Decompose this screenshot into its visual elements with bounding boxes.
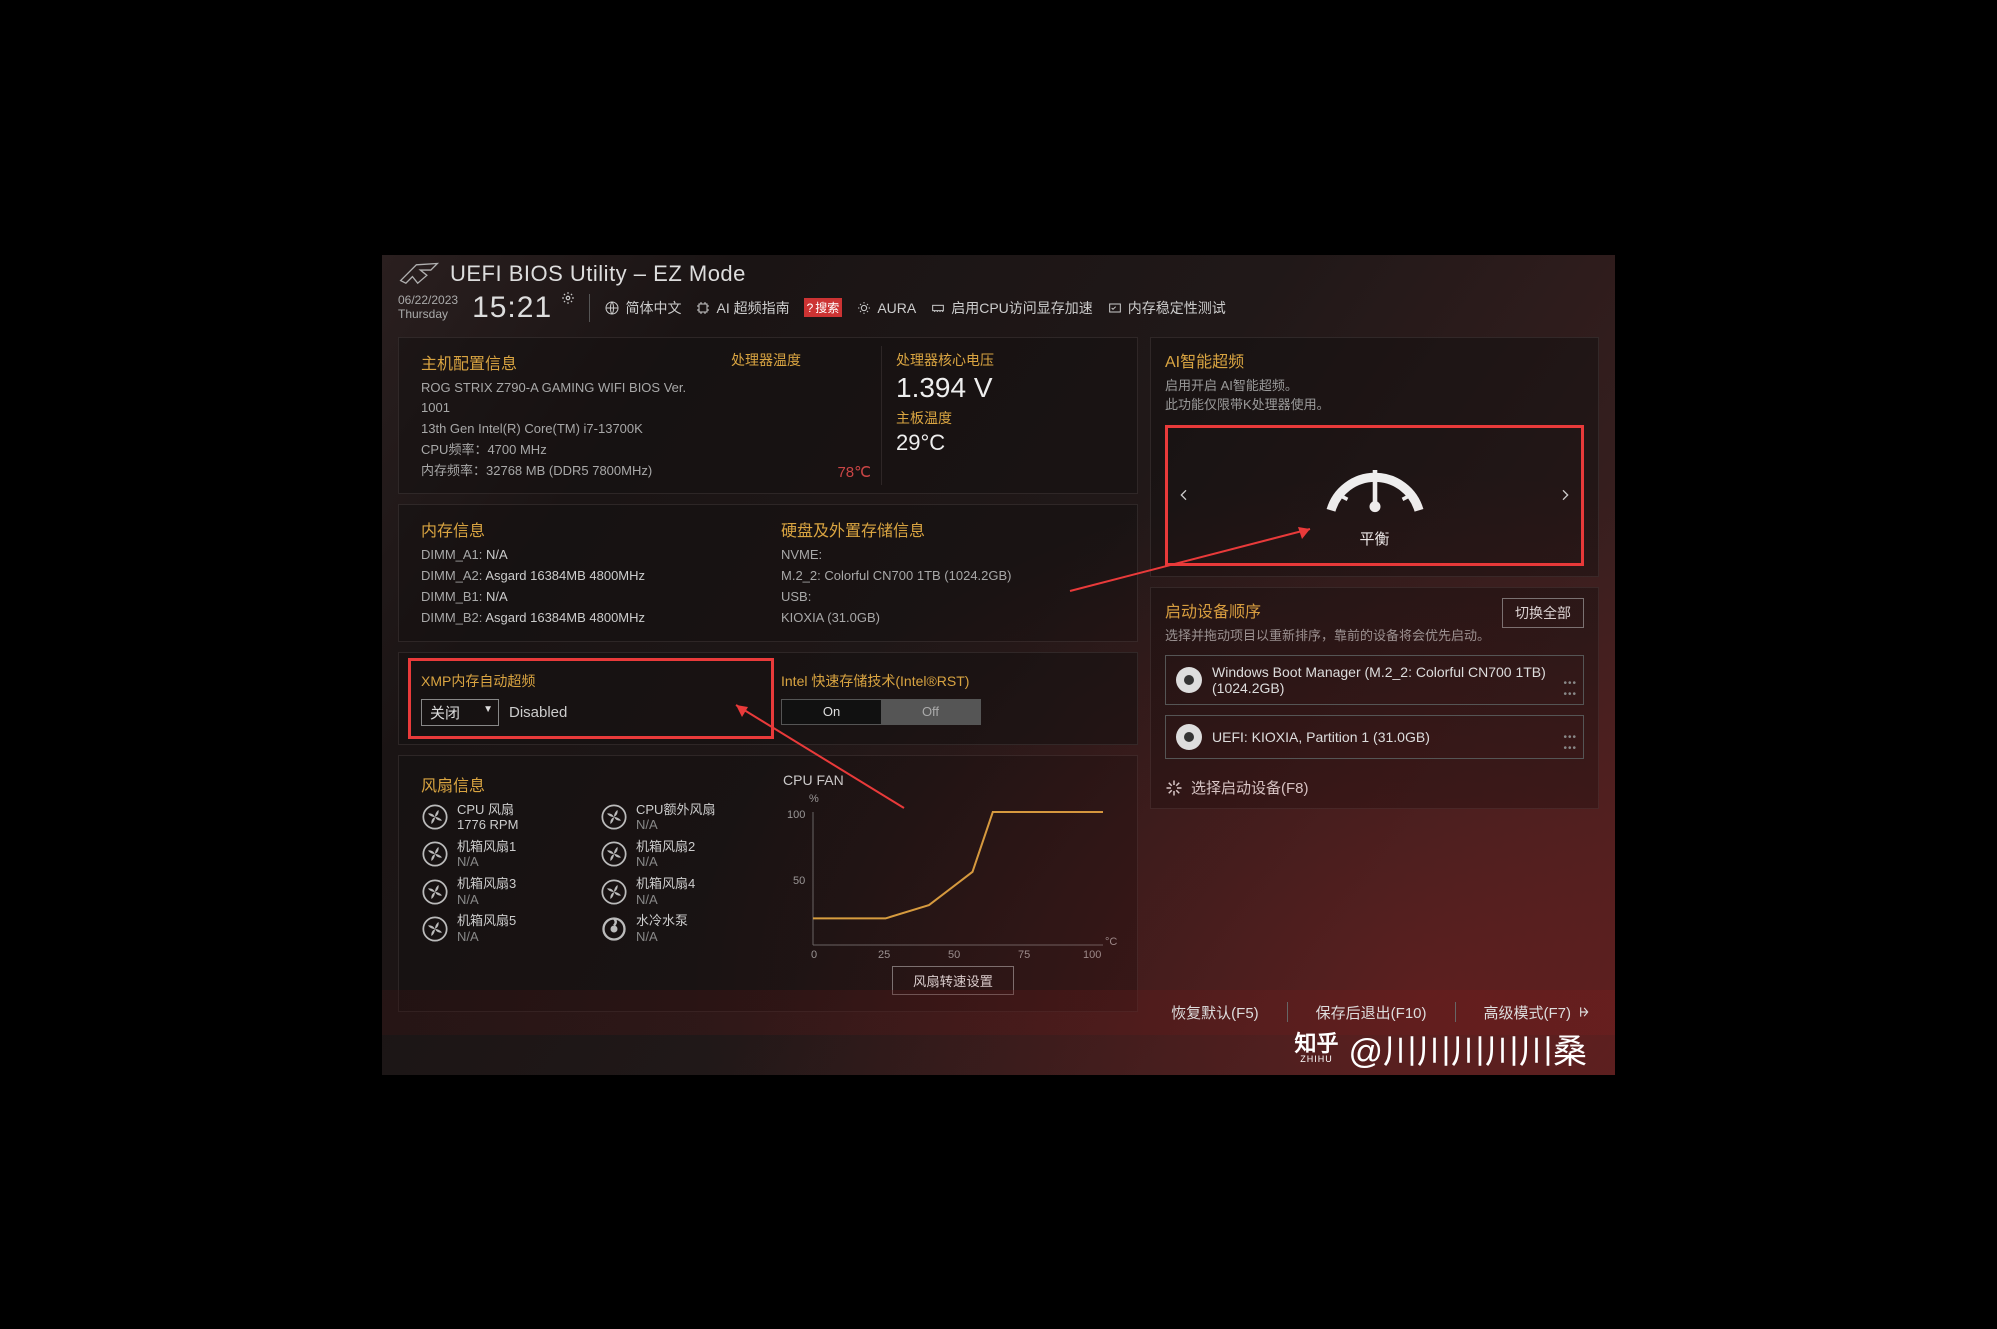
usb-label: USB: bbox=[781, 587, 1115, 608]
nvme-device: M.2_2: Colorful CN700 1TB (1024.2GB) bbox=[781, 566, 1115, 587]
svg-text:25: 25 bbox=[878, 949, 890, 960]
cpu-freq: CPU频率：4700 MHz bbox=[421, 440, 711, 461]
storage-title: 硬盘及外置存储信息 bbox=[781, 517, 1115, 541]
mb-temp-title: 主板温度 bbox=[896, 408, 1115, 428]
svg-text:100: 100 bbox=[787, 809, 805, 821]
ai-oc-guide[interactable]: AI 超频指南 bbox=[695, 298, 789, 318]
fan-curve-chart: % 100 50 0 25 50 75 100 °C bbox=[783, 790, 1123, 960]
dimm-slot: DIMM_A1: N/A bbox=[421, 545, 761, 566]
cpu-temp-title: 处理器温度 bbox=[731, 350, 871, 370]
rog-logo-icon bbox=[398, 259, 440, 289]
fans-title: 风扇信息 bbox=[421, 772, 761, 796]
zhihu-logo-icon: 知乎 ZHIHU bbox=[1294, 1033, 1338, 1064]
fan-item: 机箱风扇4N/A bbox=[600, 876, 761, 907]
svg-text:°C: °C bbox=[1105, 936, 1117, 948]
memory-icon bbox=[930, 300, 946, 316]
svg-text:%: % bbox=[809, 793, 819, 805]
dimm-slot: DIMM_A2: Asgard 16384MB 4800MHz bbox=[421, 566, 761, 587]
chip-icon bbox=[695, 300, 711, 316]
sysinfo-title: 主机配置信息 bbox=[421, 350, 711, 374]
fan-item: CPU额外风扇N/A bbox=[600, 802, 761, 833]
date-block: 06/22/2023 Thursday bbox=[398, 294, 458, 320]
ai-mode-next[interactable] bbox=[1557, 487, 1573, 503]
gear-icon[interactable] bbox=[561, 291, 575, 305]
ai-oc-desc2: 此功能仅限带K处理器使用。 bbox=[1165, 395, 1584, 415]
ai-mode-label: 平衡 bbox=[1359, 528, 1389, 549]
aura-button[interactable]: AURA bbox=[856, 300, 916, 316]
watermark: 知乎 ZHIHU @川川川川川桑 bbox=[1294, 1024, 1587, 1073]
fan-item: 机箱风扇2N/A bbox=[600, 839, 761, 870]
svg-text:100: 100 bbox=[1083, 949, 1101, 960]
question-icon: ? bbox=[807, 301, 814, 315]
xmp-status: Disabled bbox=[509, 704, 567, 721]
mem-freq: 内存频率：32768 MB (DDR5 7800MHz) bbox=[421, 461, 711, 482]
dimm-slot: DIMM_B1: N/A bbox=[421, 587, 761, 608]
cpu-mem-accel-button[interactable]: 启用CPU访问显存加速 bbox=[930, 298, 1093, 318]
svg-text:0: 0 bbox=[811, 949, 817, 960]
fan-item: 机箱风扇1N/A bbox=[421, 839, 582, 870]
svg-text:50: 50 bbox=[793, 875, 805, 887]
xmp-dropdown[interactable]: 关闭 bbox=[421, 699, 499, 726]
boot-device-item[interactable]: Windows Boot Manager (M.2_2: Colorful CN… bbox=[1165, 655, 1584, 705]
fan-item: 机箱风扇5N/A bbox=[421, 913, 582, 944]
fan-item: 机箱风扇3N/A bbox=[421, 876, 582, 907]
usb-device: KIOXIA (31.0GB) bbox=[781, 608, 1115, 629]
ai-oc-desc1: 启用开启 AI智能超频。 bbox=[1165, 376, 1584, 396]
fan-item: 水冷水泵N/A bbox=[600, 913, 761, 944]
globe-icon bbox=[604, 300, 620, 316]
vcore-value: 1.394 V bbox=[896, 372, 1115, 404]
fan-chart-title: CPU FAN bbox=[783, 772, 1123, 788]
boot-title: 启动设备顺序 bbox=[1165, 598, 1492, 622]
test-icon bbox=[1107, 300, 1123, 316]
time-display: 15:21 bbox=[472, 291, 575, 325]
dimm-slot: DIMM_B2: Asgard 16384MB 4800MHz bbox=[421, 608, 761, 629]
advanced-mode-button[interactable]: 高级模式(F7) bbox=[1484, 1002, 1592, 1023]
svg-text:75: 75 bbox=[1018, 949, 1030, 960]
bios-title: UEFI BIOS Utility – EZ Mode bbox=[450, 261, 746, 287]
ai-oc-title: AI智能超频 bbox=[1165, 348, 1584, 372]
xmp-title: XMP内存自动超频 bbox=[421, 671, 761, 691]
save-exit-button[interactable]: 保存后退出(F10) bbox=[1316, 1002, 1427, 1023]
disk-icon bbox=[1176, 667, 1202, 693]
rst-off-option[interactable]: Off bbox=[881, 700, 980, 724]
gauge-icon bbox=[1320, 442, 1430, 520]
language-selector[interactable]: 简体中文 bbox=[604, 298, 681, 318]
drag-handle-icon[interactable]: •••••• bbox=[1563, 732, 1577, 754]
ai-mode-prev[interactable] bbox=[1176, 487, 1192, 503]
restore-defaults-button[interactable]: 恢复默认(F5) bbox=[1171, 1002, 1259, 1023]
swap-all-button[interactable]: 切换全部 bbox=[1502, 598, 1584, 628]
drag-handle-icon[interactable]: •••••• bbox=[1563, 678, 1577, 700]
boot-desc: 选择并拖动项目以重新排序，靠前的设备将会优先启动。 bbox=[1165, 626, 1492, 646]
nvme-label: NVME: bbox=[781, 545, 1115, 566]
rst-on-option[interactable]: On bbox=[782, 700, 881, 724]
cpu-model: 13th Gen Intel(R) Core(TM) i7-13700K bbox=[421, 419, 711, 440]
rst-title: Intel 快速存储技术(Intel®RST) bbox=[781, 671, 1115, 691]
vcore-title: 处理器核心电压 bbox=[896, 350, 1115, 370]
mb-temp-value: 29°C bbox=[896, 430, 1115, 456]
cpu-temp-value: 78℃ bbox=[731, 463, 871, 481]
disk-icon bbox=[1176, 724, 1202, 750]
fan-item: CPU 风扇1776 RPM bbox=[421, 802, 582, 833]
sun-icon bbox=[856, 300, 872, 316]
select-boot-device[interactable]: 选择启动设备(F8) bbox=[1165, 777, 1584, 798]
memory-title: 内存信息 bbox=[421, 517, 761, 541]
sparkle-icon bbox=[1165, 779, 1183, 797]
boot-device-item[interactable]: UEFI: KIOXIA, Partition 1 (31.0GB)•••••• bbox=[1165, 715, 1584, 759]
rst-toggle[interactable]: On Off bbox=[781, 699, 981, 725]
search-button[interactable]: ?搜索 bbox=[804, 298, 843, 317]
board-info: ROG STRIX Z790-A GAMING WIFI BIOS Ver. 1… bbox=[421, 378, 711, 420]
exit-icon bbox=[1575, 1005, 1591, 1019]
svg-text:50: 50 bbox=[948, 949, 960, 960]
mem-stability-button[interactable]: 内存稳定性测试 bbox=[1107, 298, 1226, 318]
